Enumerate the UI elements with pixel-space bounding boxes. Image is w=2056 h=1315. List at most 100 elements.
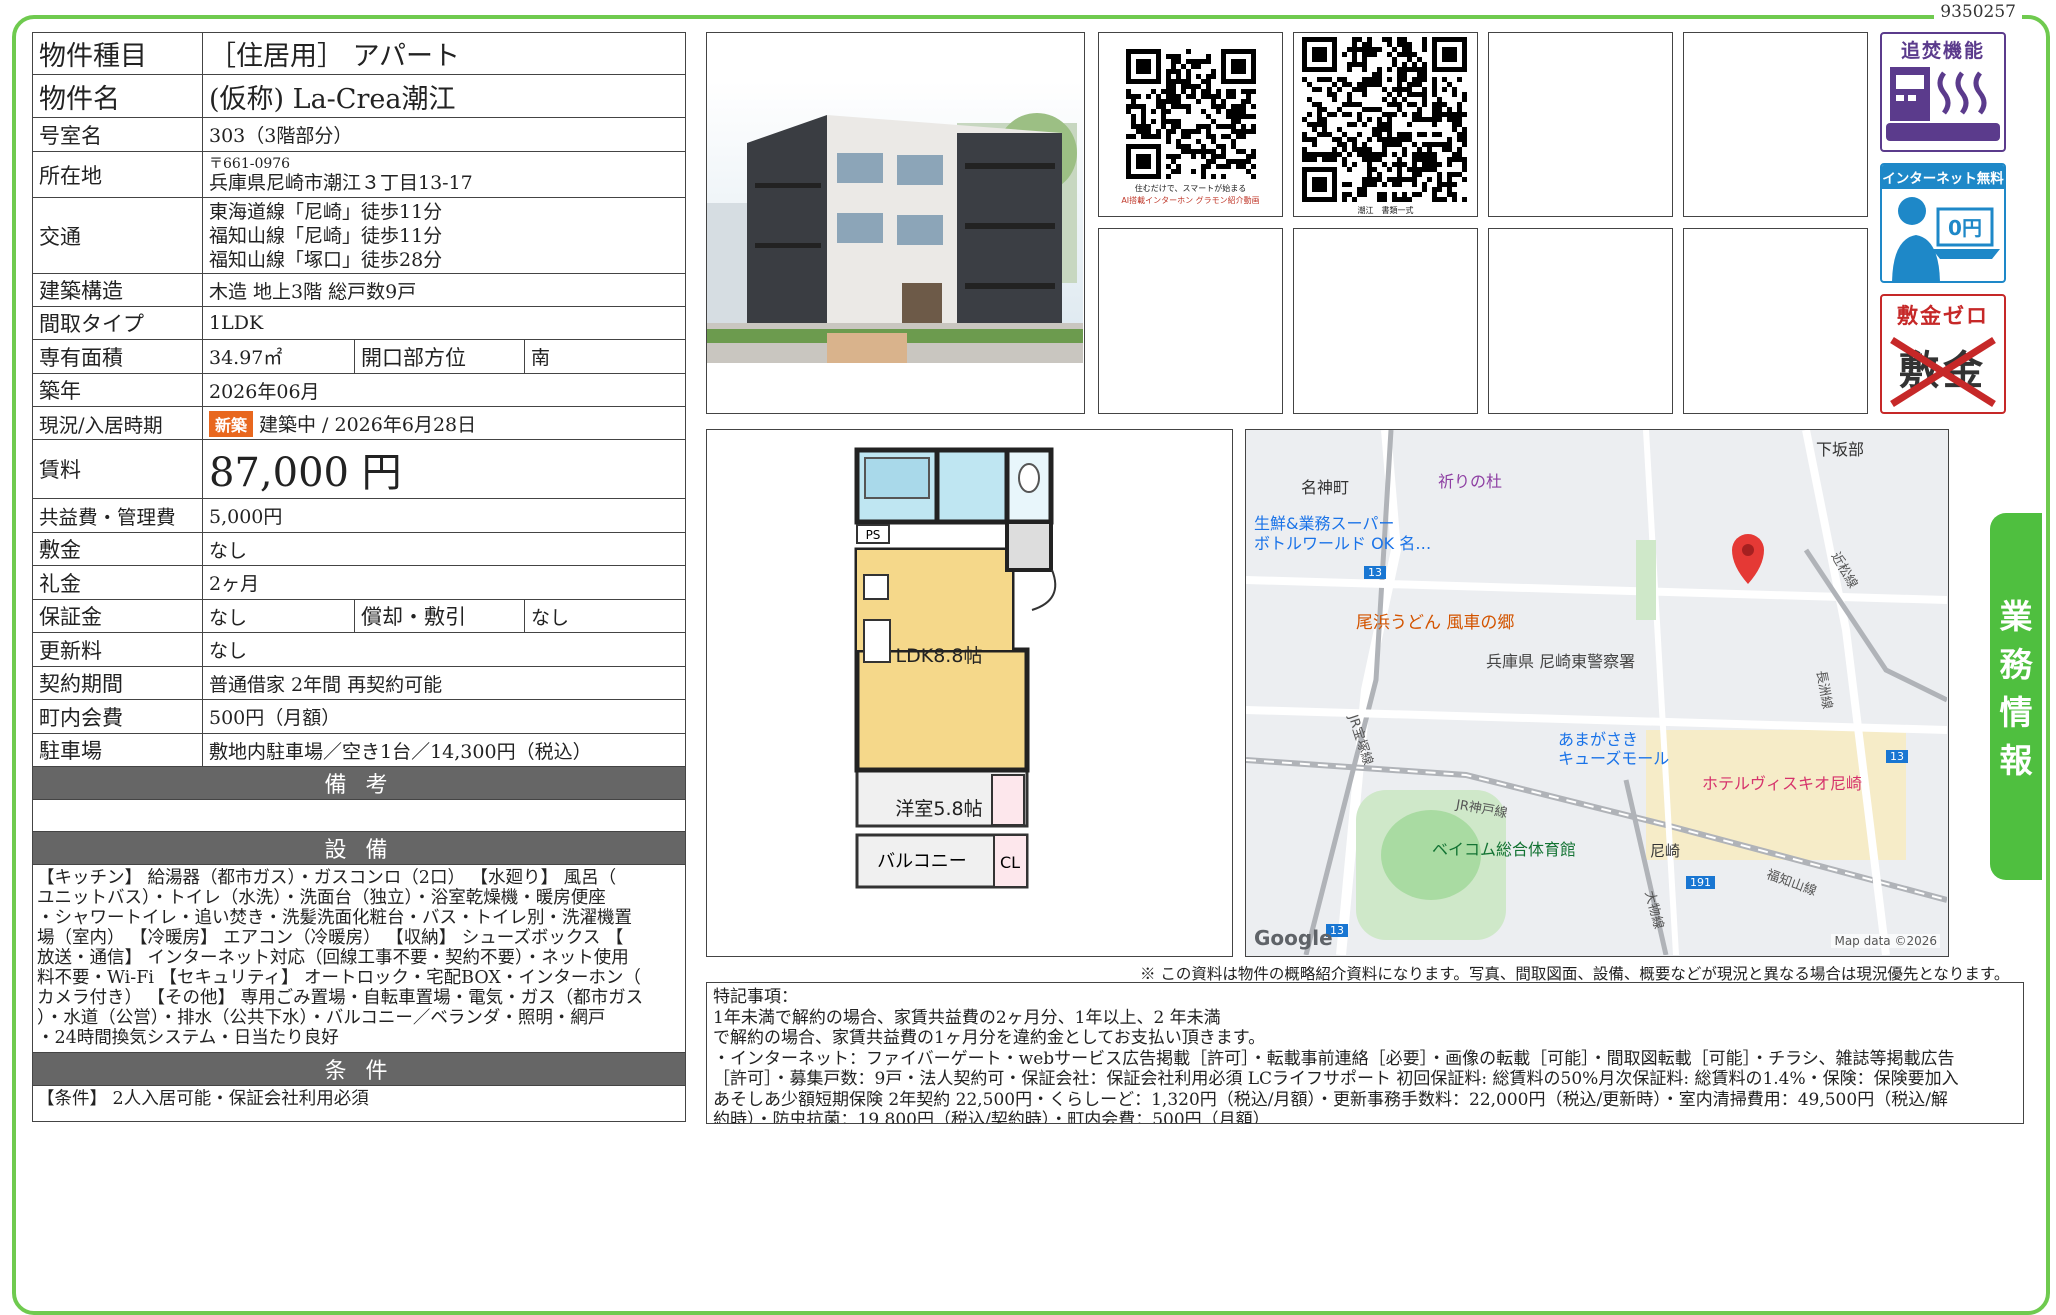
equipment-line: カメラ付き） 【その他】 専用ごみ置場・自転車置場・電気・ガス（都市ガス [37, 988, 644, 1008]
route-shield: 191 [1686, 876, 1715, 889]
equipment-header: 設 備 [32, 831, 686, 865]
deposit-label: 敷金 [32, 532, 203, 566]
parking-label: 駐車場 [32, 733, 203, 767]
western-room [854, 647, 1030, 773]
structure-label: 建築構造 [32, 273, 203, 307]
floor-plan: PS LDK8.8帖 洋室5.8帖 バルコニー CL [854, 447, 1057, 889]
address-value: 兵庫県尼崎市潮江３丁目13-17 [209, 171, 473, 194]
qr-code-image [1126, 49, 1256, 179]
structure-value: 木造 地上3階 総戸数9戸 [202, 273, 686, 307]
empty-image-slot [1683, 228, 1868, 414]
amortization-value: なし [524, 599, 686, 633]
type-value: ［住居用］ アパート [202, 32, 686, 75]
town-fee-label: 町内会費 [32, 699, 203, 734]
property-spec-table: 物件種目 ［住居用］ アパート 物件名 (仮称) La-Crea潮江 号室名 303（… [32, 32, 686, 1122]
free-internet-badge: インターネット無料 0円 [1880, 163, 2006, 283]
name-value: (仮称) La-Crea潮江 [202, 74, 686, 118]
building-photo [707, 81, 1083, 363]
area-value: 34.97㎡ [202, 339, 355, 374]
parking-value: 敷地内駐車場／空き1台／14,300円（税込） [202, 733, 686, 767]
bath-icon [1886, 67, 2000, 141]
name-label: 物件名 [32, 74, 203, 118]
status-label: 現況/入居時期 [32, 406, 203, 440]
route-shield: 13 [1886, 750, 1908, 763]
side-tab-label: 業務情報 [1999, 597, 2033, 780]
layout-value: 1LDK [202, 306, 686, 340]
built-year-value: 2026年06月 [202, 373, 686, 407]
closet-area [991, 774, 1025, 826]
built-year-label: 築年 [32, 373, 203, 407]
map-label: ボトルワールド OK 名… [1254, 534, 1432, 553]
transit-line: 福知山線「塚口」徒歩28分 [209, 248, 443, 271]
transit-line: 東海道線「尼崎」徒歩11分 [209, 200, 443, 223]
guarantee-value: なし [202, 599, 355, 633]
remarks-header: 備 考 [32, 766, 686, 800]
deposit-value: なし [202, 532, 686, 566]
qr-caption: AI搭載インターホン グラモン紹介動画 [1121, 196, 1260, 205]
equipment-cell: 【キッチン】 給湯器（都市ガス）・ガスコンロ（2口） 【水廻り】 風呂（ ユニッ… [32, 864, 686, 1053]
direction-label: 開口部方位 [354, 339, 525, 374]
entrance [1005, 520, 1053, 572]
qr-caption: 住むだけで、スマートが始まる [1134, 184, 1247, 193]
map-label: 祈りの杜 [1438, 472, 1503, 491]
remarks-cell [32, 799, 686, 832]
postal-code: 〒661-0976 [209, 155, 291, 172]
contract-label: 契約期間 [32, 666, 203, 700]
business-info-tab[interactable]: 業務情報 [1990, 513, 2042, 880]
location-map[interactable]: 下坂部 名神町 祈りの杜 生鮮&業務スーパー ボトルワールド OK 名… 尾浜う… [1245, 429, 1949, 957]
badge-label: インターネット無料 [1882, 165, 2004, 189]
contract-value: 普通借家 2年間 再契約可能 [202, 666, 686, 700]
equipment-line: 放送・通信】 インターネット対応（回線工事不要・契約不要）・ネット使用 [37, 948, 629, 968]
map-label: 生鮮&業務スーパー [1254, 514, 1395, 533]
map-label: キューズモール [1558, 749, 1670, 768]
equipment-line: 【キッチン】 給湯器（都市ガス）・ガスコンロ（2口） 【水廻り】 風呂（ [37, 868, 617, 888]
route-shield: 13 [1364, 566, 1386, 579]
map-label: ホテルヴィスキオ尼崎 [1702, 774, 1863, 793]
new-build-badge: 新築 [209, 410, 254, 437]
qr-caption: 潮江 書類一式 [1357, 206, 1414, 215]
ldk-label: LDK8.8帖 [896, 645, 983, 667]
remarks-line: あそしあ少額短期保険 2年契約 22,500円・くらしーど：1,320円（税込/… [713, 1089, 1948, 1110]
type-label: 物件種目 [32, 32, 203, 75]
room-label: 号室名 [32, 117, 203, 152]
map-poi-mall: あまがさき キューズモール [1558, 730, 1669, 768]
direction-value: 南 [524, 339, 686, 374]
qr-code-box[interactable]: 住むだけで、スマートが始まる AI搭載インターホン グラモン紹介動画 [1098, 32, 1283, 217]
map-roads [1246, 430, 1947, 955]
closet-label: CL [1000, 853, 1020, 872]
transit-line: 福知山線「尼崎」徒歩11分 [209, 224, 443, 247]
empty-image-slot [1683, 32, 1868, 217]
map-label: 下坂部 [1816, 440, 1865, 459]
person-laptop-icon: 0円 [1892, 197, 2000, 281]
town-fee-value: 500円（月額） [202, 699, 686, 734]
remarks-line: ［許可］・募集戸数：9戸・法人契約可・保証会社：保証会社利用必須 LCライフサポ… [713, 1069, 1959, 1089]
status-cell: 新築 建築中 / 2026年6月28日 [202, 406, 686, 440]
remarks-line: 1年未満で解約の場合、家賃共益費の2ヶ月分、1年以上、2 年未満 [713, 1007, 1221, 1028]
equipment-line: 料不要・Wi-Fi 【セキュリティ】 オートロック・宅配BOX・インターホン（ [37, 968, 641, 988]
amortization-label: 償却・敷引 [354, 599, 525, 633]
equipment-line: 場（室内） 【冷暖房】 エアコン（冷暖房） 【収納】 シューズボックス 【 [37, 928, 624, 948]
map-label: 尾浜うどん 風車の郷 [1356, 613, 1515, 633]
empty-image-slot [1098, 228, 1283, 414]
disclaimer-note: ※ この資料は物件の概略紹介資料になります。写真、間取図面、設備、概要などが現況… [1140, 965, 2010, 983]
renewal-label: 更新料 [32, 632, 203, 667]
room-value: 303（3階部分） [202, 117, 686, 152]
zero-deposit-badge: 敷金ゼロ 敷金 [1880, 294, 2006, 414]
renewal-value: なし [202, 632, 686, 667]
ps-label: PS [866, 528, 881, 542]
empty-image-slot [1293, 228, 1478, 414]
map-label: あまがさき [1558, 730, 1639, 749]
building-photo-frame [706, 32, 1085, 414]
qr-code-box[interactable]: 潮江 書類一式 [1293, 32, 1478, 217]
conditions-value: 【条件】 2人入居可能・保証会社利用必須 [32, 1085, 686, 1122]
document-id: 9350257 [1934, 2, 2022, 22]
map-label: 名神町 [1301, 478, 1350, 497]
conditions-header: 条 件 [32, 1052, 686, 1086]
rent-label: 賃料 [32, 439, 203, 499]
equipment-line: ・24時間換気システム・日当たり良好 [37, 1028, 339, 1048]
cross-mark-icon [1890, 337, 1996, 407]
empty-image-slot [1488, 32, 1673, 217]
key-money-value: 2ヶ月 [202, 565, 686, 600]
area-label: 専有面積 [32, 339, 203, 374]
remarks-line: 約時）・防虫抗菌：19,800円（税込/契約時）・町内会費：500円（月額） [713, 1110, 1270, 1124]
